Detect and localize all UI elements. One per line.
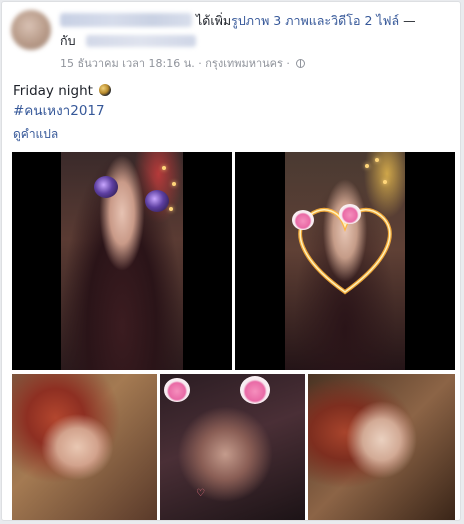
meta-separator-2: ·	[282, 57, 294, 70]
caption-text: Friday night	[13, 83, 93, 99]
pink-ear-right-icon	[339, 204, 361, 224]
heart-nose-icon: ♡	[196, 488, 205, 499]
string-light	[172, 182, 176, 186]
see-translation-link[interactable]: ดูคำแปล	[13, 126, 58, 142]
feed-post: ได้เพิ่มรูปภาพ 3 ภาพและวิดีโอ 2 ไฟล์ — ก…	[1, 1, 461, 521]
media-count-link[interactable]: รูปภาพ 3 ภาพและวิดีโอ 2 ไฟล์	[231, 13, 399, 28]
tagged-with-label: กับ	[60, 33, 76, 48]
photo-image-3	[308, 374, 455, 520]
video-frame-1	[61, 152, 183, 370]
string-light	[365, 164, 369, 168]
string-light	[162, 166, 166, 170]
string-light	[375, 158, 379, 162]
avatar[interactable]	[11, 10, 51, 50]
photo-image-1	[12, 374, 157, 520]
media-video-1[interactable]	[12, 152, 232, 370]
pink-ear-left-icon	[292, 210, 314, 230]
media-photo-3[interactable]	[308, 374, 455, 520]
pink-ear-left-icon	[164, 378, 190, 402]
bear-ear-right-icon	[145, 190, 169, 212]
string-light	[169, 207, 173, 211]
author-name-blurred[interactable]	[60, 13, 192, 27]
bear-ear-left-icon	[94, 176, 118, 198]
meta-separator: ·	[194, 57, 206, 70]
pink-ear-right-icon	[240, 376, 270, 404]
timestamp-link[interactable]: 15 ธันวาคม เวลา 18:16 น.	[60, 57, 195, 70]
string-light	[383, 180, 387, 184]
location-link[interactable]: กรุงเทพมหานคร	[205, 57, 283, 70]
media-photo-1[interactable]	[12, 374, 157, 520]
media-video-2[interactable]	[235, 152, 455, 370]
globe-icon[interactable]	[296, 59, 306, 68]
moon-emoji-icon	[99, 84, 112, 96]
action-suffix: —	[399, 13, 416, 28]
post-header-text: ได้เพิ่มรูปภาพ 3 ภาพและวิดีโอ 2 ไฟล์ —	[196, 13, 416, 29]
tagged-friends-blurred[interactable]	[86, 35, 196, 47]
hashtag-link[interactable]: #คนเหงา2017	[13, 101, 105, 121]
action-text: ได้เพิ่ม	[196, 13, 232, 28]
post-meta: 15 ธันวาคม เวลา 18:16 น. · กรุงเทพมหานคร…	[60, 57, 306, 71]
media-photo-2[interactable]: ♡	[160, 374, 305, 520]
post-caption: Friday night	[13, 81, 112, 101]
